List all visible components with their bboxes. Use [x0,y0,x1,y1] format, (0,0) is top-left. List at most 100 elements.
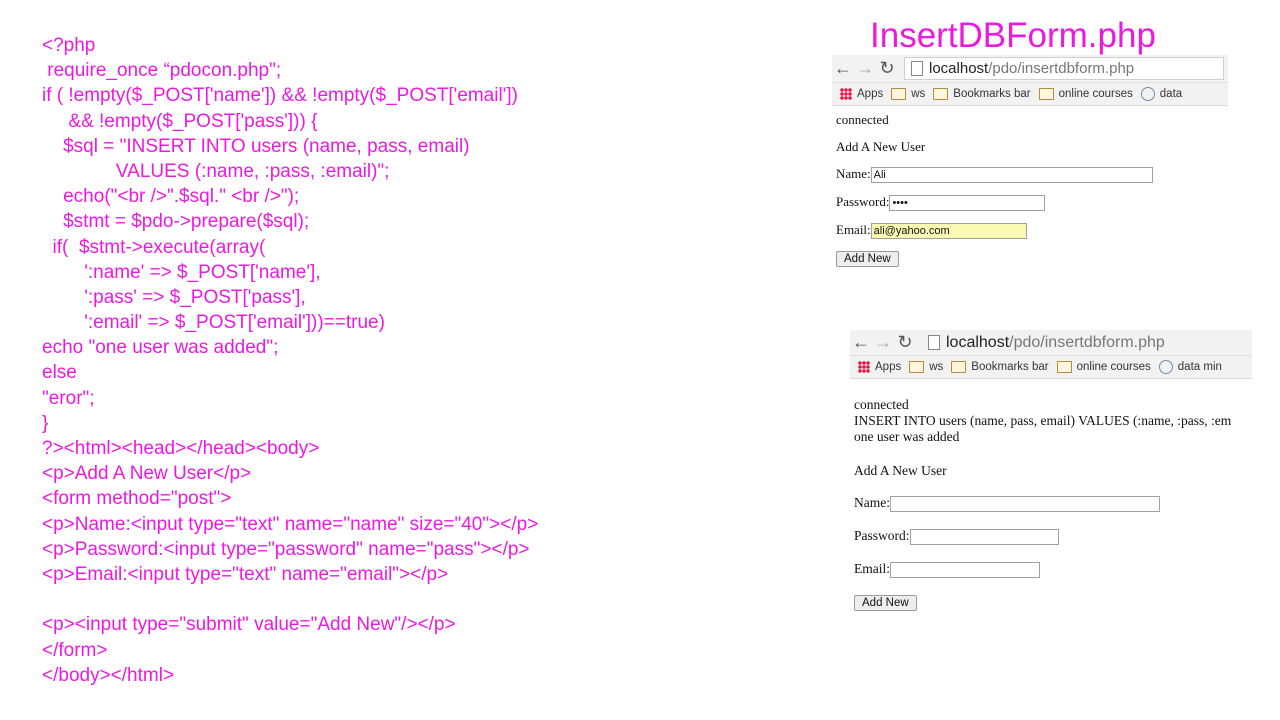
folder-icon [909,361,925,373]
bookmark-label: Bookmarks bar [953,88,1031,100]
add-new-button[interactable]: Add New [836,251,899,268]
name-label: Name: [836,166,871,181]
code-line: } [42,412,49,434]
bookmark-data[interactable]: data [1140,87,1183,101]
code-line: else [42,362,77,384]
password-row: Password: [854,528,1252,545]
code-line: echo("<br />".$sql." <br />"); [42,186,300,208]
reload-icon[interactable]: ↻ [876,58,898,79]
password-input[interactable]: •••• [889,195,1046,212]
bookmark-ws[interactable]: ws [909,361,943,373]
password-input[interactable] [909,528,1059,545]
connected-text: connected [836,112,889,127]
browser-window-after-submit: ← → ↻ localhost/pdo/insertdbform.php App… [850,330,1252,625]
email-label: Email: [836,222,871,238]
email-row: Email: [854,561,1252,578]
address-bar[interactable]: localhost/pdo/insertdbform.php [904,57,1224,80]
code-line: </form> [42,639,108,661]
bookmark-label: Bookmarks bar [971,361,1049,373]
code-line: ':name' => $_POST['name'], [42,261,321,283]
password-label: Password: [854,527,910,543]
reload-icon[interactable]: ↻ [894,332,916,353]
folder-icon [891,88,907,100]
code-line: <form method="post"> [42,488,232,510]
globe-icon [1140,87,1155,101]
bookmark-bookmarks-bar[interactable]: Bookmarks bar [951,361,1049,373]
back-arrow-icon[interactable]: ← [832,58,854,79]
form-heading: Add A New User [836,139,926,154]
code-line: <p><input type="submit" value="Add New"/… [42,614,456,636]
bookmark-label: ws [911,88,926,100]
slide-title: InsertDBForm.php [870,16,1156,55]
email-input[interactable] [890,561,1040,578]
submit-row: Add New [836,250,1228,268]
address-bar[interactable]: localhost/pdo/insertdbform.php [922,332,1248,353]
page-content: connected Add A New User Name: Ali Passwo… [832,112,1228,268]
code-line: <p>Email:<input type="text" name="email"… [42,563,449,585]
add-new-button[interactable]: Add New [854,594,917,611]
code-line: <?php [42,35,96,56]
bookmark-label: Apps [857,88,884,100]
browser-toolbar: ← → ↻ localhost/pdo/insertdbform.php [850,330,1252,356]
code-line: require_once “pdocon.php"; [42,60,282,82]
connected-text: connected [854,397,909,412]
browser-window-form-filled: ← → ↻ localhost/pdo/insertdbform.php App… [832,55,1228,280]
code-line: if ( !empty($_POST['name']) && !empty($_… [42,85,518,107]
name-input[interactable] [890,495,1160,512]
page-content: connected INSERT INTO users (name, pass,… [850,397,1252,611]
url-path: /pdo/insertdbform.php [1009,333,1165,351]
forward-arrow-icon[interactable]: → [854,58,876,79]
bookmark-ws[interactable]: ws [891,88,925,100]
password-row: Password: •••• [836,194,1228,212]
code-line: ':pass' => $_POST['pass'], [42,286,306,308]
code-line: VALUES (:name, :pass, :email)"; [42,160,390,182]
name-input[interactable]: Ali [870,167,1153,184]
url-host: localhost [946,333,1010,351]
page-icon [928,335,940,350]
bookmark-label: online courses [1058,88,1133,100]
bookmark-online-courses[interactable]: online courses [1056,361,1151,373]
code-line: <p>Name:<input type="text" name="name" s… [42,513,539,535]
password-label: Password: [836,194,890,210]
bookmark-label: ws [929,361,944,373]
code-line: <p>Password:<input type="password" name=… [42,538,530,560]
email-row: Email: ali@yahoo.com [836,222,1228,240]
bookmark-apps[interactable]: Apps [858,361,901,373]
code-line: ':email' => $_POST['email']))==true) [42,312,385,334]
browser-toolbar: ← → ↻ localhost/pdo/insertdbform.php [832,55,1228,83]
code-line: && !empty($_POST['pass'])) { [42,110,318,132]
bookmark-data-min[interactable]: data min [1158,360,1222,374]
bookmark-apps[interactable]: Apps [840,88,883,100]
email-label: Email: [854,560,890,576]
url-host: localhost [929,60,989,77]
back-arrow-icon[interactable]: ← [850,332,872,353]
folder-icon [933,88,949,100]
folder-icon [1038,88,1054,100]
bookmarks-bar: Apps ws Bookmarks bar online courses dat… [832,83,1228,106]
forward-arrow-icon[interactable]: → [872,332,894,353]
form-heading: Add A New User [854,463,947,478]
url-path: /pdo/insertdbform.php [988,60,1135,77]
code-line: $stmt = $pdo->prepare($sql); [42,211,310,233]
bookmark-label: data min [1177,361,1222,373]
name-label: Name: [854,495,890,510]
apps-icon [858,361,870,373]
apps-icon [840,88,852,100]
code-line: if( $stmt->execute(array( [42,236,266,258]
bookmarks-bar: Apps ws Bookmarks bar online courses dat… [850,356,1252,379]
bookmark-bookmarks-bar[interactable]: Bookmarks bar [933,88,1031,100]
page-icon [911,61,923,76]
code-line: <p>Add A New User</p> [42,463,252,485]
folder-icon [951,361,967,373]
email-input[interactable]: ali@yahoo.com [870,223,1027,240]
result-text: one user was added [854,429,960,444]
bookmark-label: online courses [1076,361,1151,373]
globe-icon [1158,360,1173,374]
name-row: Name: [854,495,1252,512]
bookmark-label: data [1159,88,1183,100]
code-line: $sql = "INSERT INTO users (name, pass, e… [42,135,470,157]
folder-icon [1056,361,1072,373]
sql-echo-text: INSERT INTO users (name, pass, email) VA… [854,413,1232,428]
bookmark-online-courses[interactable]: online courses [1038,88,1133,100]
